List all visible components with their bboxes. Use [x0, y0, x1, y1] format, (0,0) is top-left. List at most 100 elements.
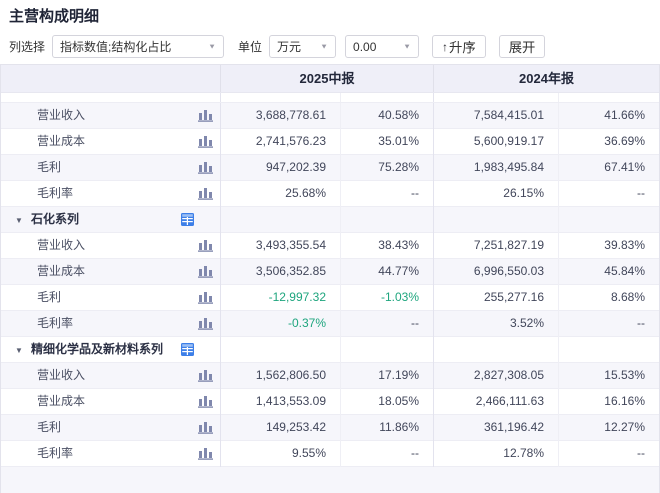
bar-chart-icon[interactable]	[198, 187, 213, 200]
cell-value: 75.28%	[340, 155, 433, 181]
row-name-cell: 毛利率	[1, 311, 220, 337]
row-name-cell: 毛利	[1, 285, 220, 311]
cell-value	[340, 207, 433, 233]
table-view-icon[interactable]	[181, 213, 194, 226]
bar-chart-icon[interactable]	[198, 161, 213, 174]
cell-value: 26.15%	[433, 181, 558, 207]
decimal-format-dropdown[interactable]: 0.00 ▼	[345, 35, 420, 58]
cell-value: 12.27%	[558, 415, 659, 441]
cell-value: 44.77%	[340, 259, 433, 285]
section-row: ▼ 精细化学品及新材料系列	[1, 337, 659, 363]
row-name-cell: 营业收入	[1, 363, 220, 389]
cell-value: 16.16%	[558, 389, 659, 415]
cell-value: 7,251,827.19	[433, 233, 558, 259]
unit-dropdown[interactable]: 万元 ▼	[269, 35, 337, 58]
cell-value: 41.66%	[558, 103, 659, 129]
column-select-label: 列选择	[9, 40, 46, 54]
cell-value	[433, 337, 558, 363]
row-label: 毛利率	[37, 446, 74, 460]
collapse-caret-icon[interactable]: ▼	[15, 208, 23, 233]
cell-value: 12.78%	[433, 441, 558, 467]
row-label: 毛利率	[37, 186, 74, 200]
decimal-format-value: 0.00	[353, 39, 377, 54]
row-name-cell: 营业成本	[1, 389, 220, 415]
ascending-arrow-icon: ↑	[442, 39, 449, 54]
bar-chart-icon[interactable]	[198, 369, 213, 382]
cell-value: 1,562,806.50	[220, 363, 340, 389]
bar-chart-icon[interactable]	[198, 317, 213, 330]
row-label: 毛利	[37, 160, 62, 174]
bar-chart-icon[interactable]	[198, 447, 213, 460]
row-name-cell: ▼ 精细化学品及新材料系列	[1, 337, 220, 363]
bar-chart-icon[interactable]	[198, 421, 213, 434]
row-name-cell: 毛利率	[1, 181, 220, 207]
bar-chart-icon[interactable]	[198, 135, 213, 148]
cell-value: 15.53%	[558, 363, 659, 389]
cell-value: 1,413,553.09	[220, 389, 340, 415]
table-body: 营业收入 3,688,778.61 40.58% 7,584,415.01 41.66%…	[1, 103, 659, 467]
cell-value: --	[558, 311, 659, 337]
cell-value: 361,196.42	[433, 415, 558, 441]
sort-button-label: 升序	[449, 40, 476, 55]
bar-chart-icon[interactable]	[198, 239, 213, 252]
row-name-cell: ▼ 石化系列	[1, 207, 220, 233]
sub-header-spacer-row	[1, 93, 659, 103]
cell-value: 3,506,352.85	[220, 259, 340, 285]
cell-value	[220, 207, 340, 233]
row-name-cell: 毛利	[1, 415, 220, 441]
cell-value	[340, 337, 433, 363]
cell-value: 6,996,550.03	[433, 259, 558, 285]
row-name-cell: 营业收入	[1, 233, 220, 259]
cell-value: --	[558, 181, 659, 207]
cell-value: 25.68%	[220, 181, 340, 207]
cell-value: --	[340, 181, 433, 207]
chevron-down-icon: ▼	[208, 42, 217, 51]
cell-value: 255,277.16	[433, 285, 558, 311]
cell-value: 39.83%	[558, 233, 659, 259]
cell-value: 5,600,919.17	[433, 129, 558, 155]
row-name-cell: 营业成本	[1, 259, 220, 285]
cell-value: --	[340, 311, 433, 337]
column-select-value: 指标数值;结构化占比	[60, 40, 172, 54]
cell-value: 9.55%	[220, 441, 340, 467]
chevron-down-icon: ▼	[403, 42, 412, 51]
row-label: 营业成本	[37, 264, 86, 278]
partial-row	[1, 467, 659, 493]
table-view-icon[interactable]	[181, 343, 194, 356]
bar-chart-icon[interactable]	[198, 109, 213, 122]
unit-value: 万元	[277, 40, 302, 54]
row-label: 毛利率	[37, 316, 74, 330]
section-label: 石化系列	[31, 212, 80, 226]
row-label: 营业收入	[37, 368, 86, 382]
collapse-caret-icon[interactable]: ▼	[15, 338, 23, 363]
table-row: 营业成本 2,741,576.23 35.01% 5,600,919.17 36.69%	[1, 129, 659, 155]
row-label: 营业收入	[37, 108, 86, 122]
expand-button[interactable]: 展开	[498, 35, 546, 58]
row-label: 毛利	[37, 420, 62, 434]
cell-value: 1,983,495.84	[433, 155, 558, 181]
bar-chart-icon[interactable]	[198, 265, 213, 278]
cell-value: 18.05%	[340, 389, 433, 415]
cell-value: 947,202.39	[220, 155, 340, 181]
table-row: 毛利 -12,997.32 -1.03% 255,277.16 8.68%	[1, 285, 659, 311]
cell-value: 38.43%	[340, 233, 433, 259]
bar-chart-icon[interactable]	[198, 395, 213, 408]
chevron-down-icon: ▼	[320, 42, 329, 51]
row-name-cell: 营业收入	[1, 103, 220, 129]
header-period-2025: 2025中报	[220, 65, 433, 92]
cell-value: 11.86%	[340, 415, 433, 441]
bar-chart-icon[interactable]	[198, 291, 213, 304]
expand-button-label: 展开	[508, 40, 536, 55]
sort-ascending-button[interactable]: ↑ 升序	[432, 35, 486, 58]
cell-value: 67.41%	[558, 155, 659, 181]
cell-value: 35.01%	[340, 129, 433, 155]
cell-value: 3,493,355.54	[220, 233, 340, 259]
cell-value: 3,688,778.61	[220, 103, 340, 129]
cell-value: 149,253.42	[220, 415, 340, 441]
table-row: 毛利率 -0.37% -- 3.52% --	[1, 311, 659, 337]
column-select-dropdown[interactable]: 指标数值;结构化占比 ▼	[52, 35, 225, 58]
cell-value: 40.58%	[340, 103, 433, 129]
row-label: 营业成本	[37, 394, 86, 408]
composition-table: 2025中报 2024年报 营业收入 3,688,778.61 40.58% 7,58…	[0, 64, 660, 493]
cell-value: --	[340, 441, 433, 467]
